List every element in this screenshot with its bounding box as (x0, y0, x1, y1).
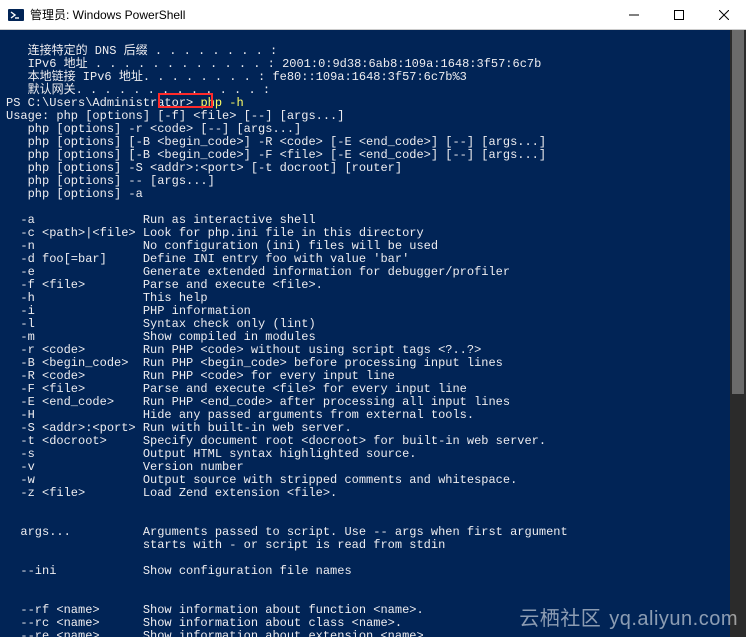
prompt-line: PS C:\Users\Administrator> php -h (6, 96, 244, 110)
args-line: starts with - or script is read from std… (6, 538, 445, 552)
net-line: 本地链接 IPv6 地址. . . . . . . . : fe80::109a… (6, 70, 467, 84)
extra-options-list: --ini Show configuration file names (6, 565, 744, 578)
usage-line: php [options] -- [args...] (6, 174, 215, 188)
close-button[interactable] (701, 0, 746, 30)
window-title: 管理员: Windows PowerShell (30, 6, 611, 23)
usage-line: php [options] -r <code> [--] [args...] (6, 122, 301, 136)
blank-line (6, 590, 13, 604)
usage-line: php [options] -S <addr>:<port> [-t docro… (6, 161, 402, 175)
scrollbar-thumb[interactable] (732, 30, 744, 394)
minimize-button[interactable] (611, 0, 656, 30)
usage-line: Usage: php [options] [-f] <file> [--] [a… (6, 109, 344, 123)
args-line: args... Arguments passed to script. Use … (6, 525, 568, 539)
blank-line (6, 512, 13, 526)
blank-line (6, 200, 13, 214)
blank-line (6, 551, 13, 565)
vertical-scrollbar[interactable] (730, 30, 746, 637)
window-controls (611, 0, 746, 30)
usage-line: php [options] [-B <begin_code>] -F <file… (6, 148, 546, 162)
window-titlebar: 管理员: Windows PowerShell (0, 0, 746, 30)
net-line: IPv6 地址 . . . . . . . . . . . . : 2001:0… (6, 57, 541, 71)
powershell-icon (8, 7, 24, 23)
maximize-button[interactable] (656, 0, 701, 30)
terminal-output[interactable]: 连接特定的 DNS 后缀 . . . . . . . . : IPv6 地址 .… (0, 30, 746, 637)
usage-line: php [options] -a (6, 187, 143, 201)
options-list: -a Run as interactive shell -c <path>|<f… (6, 214, 744, 500)
net-line: 连接特定的 DNS 后缀 . . . . . . . . : (6, 44, 277, 58)
extra2-options-list: --rf <name> Show information about funct… (6, 604, 744, 637)
net-line: 默认网关. . . . . . . . . . . . . : (6, 83, 270, 97)
usage-line: php [options] [-B <begin_code>] -R <code… (6, 135, 546, 149)
